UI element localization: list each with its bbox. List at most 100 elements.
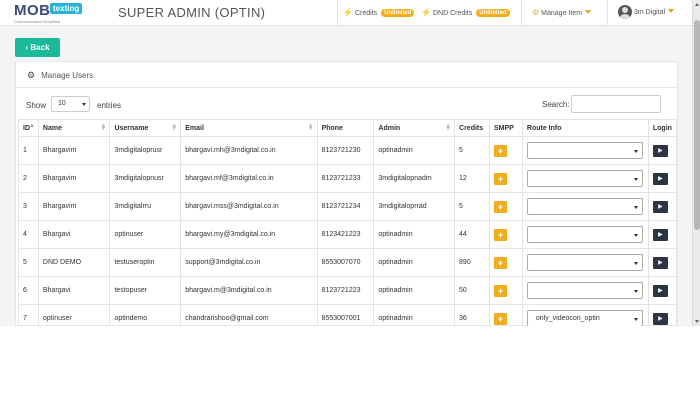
login-as-user-button[interactable]: ▶ [652, 312, 668, 325]
add-smpp-button[interactable]: + [493, 256, 507, 269]
login-as-user-button[interactable]: ▶ [652, 256, 668, 269]
manage-users-panel: ⚙ Manage Users Show 10 entries Search: ID… [15, 61, 678, 326]
cell-username: optinuser [109, 220, 182, 249]
cell-phone: 8123421223 [316, 220, 375, 249]
cell-login: ▶ [647, 276, 678, 305]
user-menu[interactable]: 3m Digital [618, 5, 675, 19]
manage-item-menu[interactable]: ⚙ Manage Item [532, 8, 592, 17]
column-header[interactable]: Email ▲ ▼ [180, 119, 318, 137]
search-label: Search: [542, 100, 570, 109]
route-select[interactable]: only_videocon_optin [526, 310, 643, 326]
scroll-up-icon[interactable] [695, 3, 699, 6]
cell-phone: 8553007001 [316, 304, 375, 326]
add-smpp-button[interactable]: + [493, 228, 507, 241]
cell-login: ▶ [647, 220, 678, 249]
add-smpp-button[interactable]: + [493, 284, 507, 297]
route-select[interactable] [526, 226, 643, 243]
cell-phone: 8553007070 [316, 248, 375, 277]
cell-name: Bhargavim [37, 164, 111, 193]
add-smpp-button[interactable]: + [493, 200, 507, 213]
cell-smpp: + [488, 304, 523, 326]
cell-phone: 8123721234 [316, 192, 375, 221]
page-length-select[interactable]: 10 [51, 96, 90, 112]
cell-credits: 5 [454, 192, 490, 221]
column-header[interactable]: Phone [316, 119, 375, 137]
back-button[interactable]: ‹ Back [15, 38, 60, 57]
dnd-credits-indicator: ⚡ DND Credits Unlimited [421, 8, 510, 17]
cell-id: 3 [18, 192, 39, 221]
cell-smpp: + [488, 136, 523, 165]
panel-heading: ⚙ Manage Users [16, 62, 677, 88]
cell-login: ▶ [647, 248, 678, 277]
column-header[interactable]: ID ▲ [18, 119, 39, 137]
table-row: 6 Bhargavi testopuser bhargavi.m@3mdigital.… [18, 276, 678, 305]
column-header[interactable]: Credits [454, 119, 490, 137]
table-row: 4 Bhargavi optinuser bhargavi.my@3mdigital.… [18, 220, 678, 249]
login-as-user-button[interactable]: ▶ [652, 144, 668, 157]
sort-icon: ▲ ▼ [445, 123, 452, 132]
cell-route [521, 248, 649, 277]
cell-username: testuseroptin [109, 248, 182, 277]
panel-title: Manage Users [41, 71, 94, 80]
cell-smpp: + [488, 248, 523, 277]
sort-asc-icon: ▲ [28, 123, 35, 129]
cell-smpp: + [488, 164, 523, 193]
blank-area [0, 326, 700, 420]
login-as-user-button[interactable]: ▶ [652, 172, 668, 185]
divider [521, 0, 522, 26]
scroll-thumb[interactable] [694, 20, 700, 230]
column-header[interactable]: Name ▲ ▼ [37, 119, 111, 137]
cell-email: chandrarishoo@gmail.com [180, 304, 318, 326]
cell-name: Bhargavi [37, 220, 111, 249]
cell-credits: 36 [454, 304, 490, 326]
cell-login: ▶ [647, 164, 678, 193]
add-smpp-button[interactable]: + [493, 172, 507, 185]
login-as-user-button[interactable]: ▶ [652, 284, 668, 297]
column-header-label: Route Info [526, 124, 562, 132]
login-as-user-button[interactable]: ▶ [652, 200, 668, 213]
route-select[interactable] [526, 142, 643, 159]
cell-username: 3mdigitalopnusr [109, 164, 182, 193]
add-smpp-button[interactable]: + [493, 144, 507, 157]
cell-admin: optinadmin [373, 136, 456, 165]
sort-icon: ▲ ▼ [100, 123, 107, 132]
cell-username: 3mdigitalrru [109, 192, 182, 221]
vertical-scrollbar[interactable] [692, 0, 700, 326]
add-smpp-button[interactable]: + [493, 312, 507, 325]
table-row: 5 DND DEMO testuseroptin support@3mdigital.… [18, 248, 678, 277]
column-header-label: Email [185, 124, 204, 132]
cell-login: ▶ [647, 192, 678, 221]
cell-admin: 3mdigitalopnadm [373, 164, 456, 193]
column-header[interactable]: SMPP [488, 119, 523, 137]
column-header-label: Username [114, 124, 149, 132]
user-name: 3m Digital [634, 8, 666, 16]
cell-smpp: + [488, 192, 523, 221]
route-select[interactable] [526, 198, 643, 215]
cell-login: ▶ [647, 304, 678, 326]
logo-tagline: Communication Simplified [14, 19, 61, 24]
chevron-down-icon [82, 103, 86, 106]
cell-id: 1 [18, 136, 39, 165]
dnd-credits-badge: Unlimited [476, 9, 510, 17]
scroll-down-icon[interactable] [695, 320, 699, 323]
route-select[interactable] [526, 170, 643, 187]
cell-smpp: + [488, 220, 523, 249]
column-header-label: Credits [459, 124, 484, 132]
cell-name: Bhargavi [37, 276, 111, 305]
cell-username: testopuser [109, 276, 182, 305]
chevron-down-icon [633, 234, 638, 237]
chevron-down-icon [633, 178, 638, 181]
route-select[interactable] [526, 282, 643, 299]
brand-logo[interactable]: MOB texting Communication Simplified [14, 2, 88, 24]
route-select[interactable] [526, 254, 643, 271]
column-header[interactable]: Admin ▲ ▼ [373, 119, 456, 137]
gear-icon: ⚙ [27, 70, 36, 80]
column-header-label: SMPP [493, 124, 514, 132]
search-input[interactable] [571, 95, 661, 113]
login-as-user-button[interactable]: ▶ [652, 228, 668, 241]
page-length-value: 10 [58, 100, 66, 107]
column-header[interactable]: Route Info [521, 119, 649, 137]
column-header[interactable]: Username ▲ ▼ [109, 119, 182, 137]
cell-email: bhargavi.my@3mdigital.co.in [180, 220, 318, 249]
column-header[interactable]: Login [647, 119, 678, 137]
